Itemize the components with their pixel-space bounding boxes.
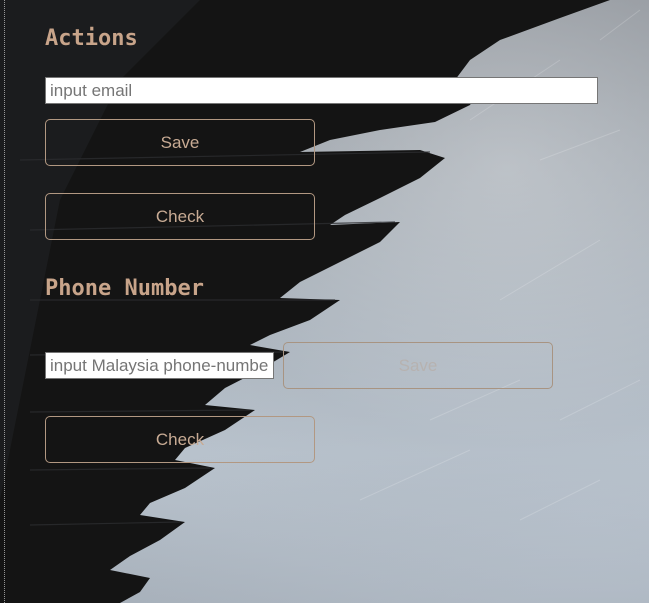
left-border [4, 0, 5, 603]
actions-heading: Actions [45, 26, 138, 51]
check-email-button[interactable]: Check [45, 193, 315, 240]
email-input[interactable] [45, 77, 598, 104]
save-phone-button[interactable]: Save [283, 342, 553, 389]
phone-number-input[interactable] [45, 352, 274, 379]
check-phone-button[interactable]: Check [45, 416, 315, 463]
save-email-button[interactable]: Save [45, 119, 315, 166]
phone-number-heading: Phone Number [45, 276, 204, 301]
